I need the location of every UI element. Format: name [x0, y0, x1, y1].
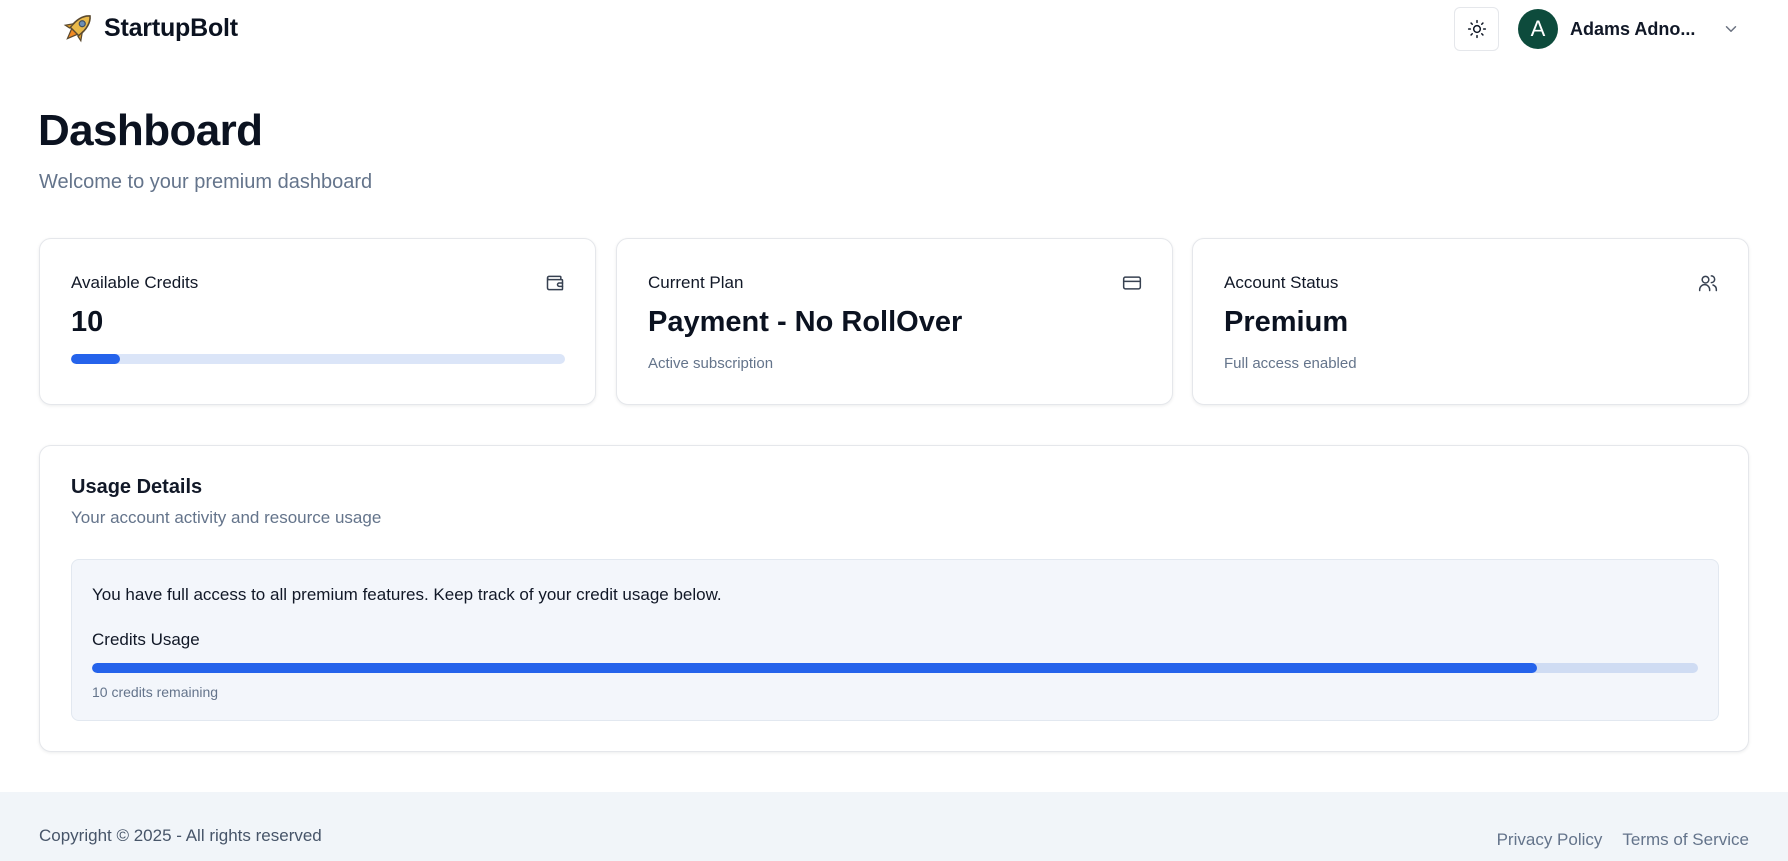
page-footer: Copyright © 2025 - All rights reserved P… — [0, 792, 1788, 861]
credits-progress-bar — [71, 354, 565, 364]
plan-value: Payment - No RollOver — [648, 306, 963, 338]
usage-panel: You have full access to all premium feat… — [71, 559, 1719, 721]
users-icon — [1698, 275, 1718, 292]
privacy-policy-link[interactable]: Privacy Policy — [1497, 830, 1603, 850]
usage-title: Usage Details — [71, 476, 203, 498]
chevron-down-icon — [1725, 26, 1737, 32]
card-label: Current Plan — [648, 273, 744, 292]
footer-links: Privacy Policy Terms of Service — [1497, 830, 1749, 850]
credits-usage-label: Credits Usage — [92, 630, 200, 649]
card-label: Account Status — [1224, 273, 1339, 292]
rocket-icon — [63, 15, 91, 43]
top-header: StartupBolt A Adams Adno... — [0, 0, 1788, 56]
brand-logo-link[interactable]: StartupBolt — [58, 8, 238, 48]
usage-message: You have full access to all premium feat… — [92, 585, 722, 604]
user-name: Adams Adno... — [1570, 18, 1696, 39]
credits-usage-progress-fill — [92, 663, 1538, 673]
sun-icon — [1467, 19, 1486, 39]
plan-note: Active subscription — [648, 355, 774, 372]
usage-subtitle: Your account activity and resource usage — [71, 508, 382, 527]
status-note: Full access enabled — [1224, 355, 1357, 372]
status-value: Premium — [1224, 306, 1349, 338]
user-menu-button[interactable]: A Adams Adno... — [1518, 8, 1740, 50]
available-credits-card: Available Credits 10 — [39, 238, 596, 405]
card-label: Available Credits — [71, 273, 199, 292]
credits-progress-fill — [71, 354, 121, 364]
terms-of-service-link[interactable]: Terms of Service — [1622, 830, 1749, 850]
theme-toggle-button[interactable] — [1454, 7, 1499, 51]
page-title: Dashboard — [38, 106, 263, 155]
avatar-initial: A — [1530, 16, 1546, 41]
avatar: A — [1518, 9, 1558, 49]
page-subtitle: Welcome to your premium dashboard — [39, 171, 373, 193]
credits-value: 10 — [71, 306, 104, 338]
copyright-text: Copyright © 2025 - All rights reserved — [39, 826, 322, 845]
brand-name: StartupBolt — [104, 13, 238, 42]
usage-details-card: Usage Details Your account activity and … — [39, 445, 1749, 752]
credit-card-icon — [1122, 276, 1142, 290]
current-plan-card: Current Plan Payment - No RollOver Activ… — [616, 238, 1173, 405]
wallet-icon — [546, 275, 564, 291]
credits-usage-progress-bar — [92, 663, 1698, 673]
credits-remaining-text: 10 credits remaining — [92, 684, 219, 700]
account-status-card: Account Status Premium Full access enabl… — [1192, 238, 1749, 405]
